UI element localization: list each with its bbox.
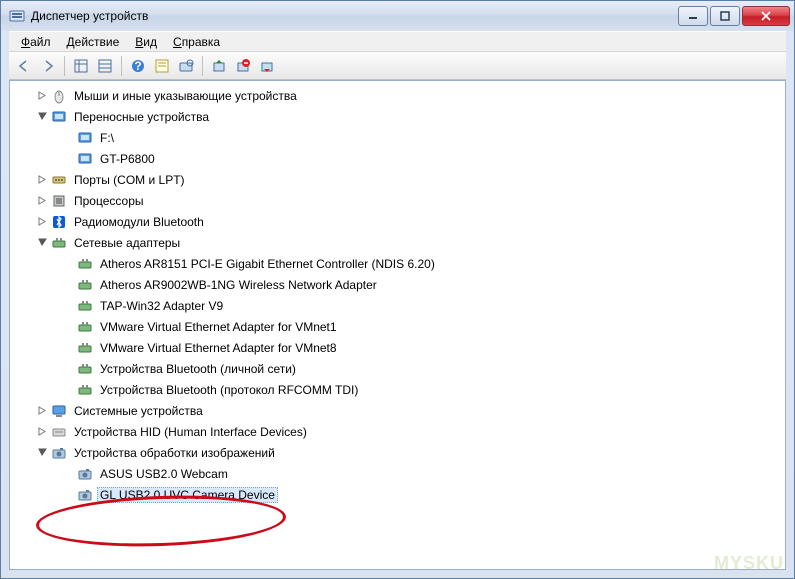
network-adapter-icon — [77, 256, 93, 272]
node-label: VMware Virtual Ethernet Adapter for VMne… — [97, 319, 340, 335]
collapse-icon[interactable] — [36, 110, 49, 123]
tree-node-atheros-8151[interactable]: Atheros AR8151 PCI-E Gigabit Ethernet Co… — [10, 253, 785, 274]
tree-node-vmnet1[interactable]: VMware Virtual Ethernet Adapter for VMne… — [10, 316, 785, 337]
node-label: VMware Virtual Ethernet Adapter for VMne… — [97, 340, 340, 356]
window-title: Диспетчер устройств — [31, 9, 676, 23]
tree-node-gtp6800[interactable]: GT-P6800 — [10, 148, 785, 169]
scan-hardware-button[interactable] — [175, 55, 197, 77]
node-label-selected: GL USB2.0 UVC Camera Device — [97, 487, 278, 503]
properties-button[interactable] — [151, 55, 173, 77]
camera-icon — [77, 487, 93, 503]
content-area: Мыши и иные указывающие устройства Перен… — [9, 80, 786, 570]
network-adapter-icon — [77, 277, 93, 293]
hid-icon — [51, 424, 67, 440]
tree-node-bt-pan[interactable]: Устройства Bluetooth (личной сети) — [10, 358, 785, 379]
computer-icon — [51, 403, 67, 419]
disable-button[interactable] — [256, 55, 278, 77]
tree-node-tap-win32[interactable]: TAP-Win32 Adapter V9 — [10, 295, 785, 316]
node-label: Устройства Bluetooth (протокол RFCOMM TD… — [97, 382, 361, 398]
tree-node-bluetooth[interactable]: Радиомодули Bluetooth — [10, 211, 785, 232]
app-icon — [9, 8, 25, 24]
detail-view-button[interactable] — [94, 55, 116, 77]
collapse-icon[interactable] — [36, 446, 49, 459]
help-button[interactable]: ? — [127, 55, 149, 77]
forward-button[interactable] — [37, 55, 59, 77]
drive-icon — [77, 130, 93, 146]
tree-node-network[interactable]: Сетевые адаптеры — [10, 232, 785, 253]
window-frame: Диспетчер устройств Файл Действие Вид Сп… — [0, 0, 795, 579]
bluetooth-icon — [51, 214, 67, 230]
tree-node-asus-webcam[interactable]: ASUS USB2.0 Webcam — [10, 463, 785, 484]
tree-node-drive-f[interactable]: F:\ — [10, 127, 785, 148]
node-label: ASUS USB2.0 Webcam — [97, 466, 231, 482]
node-label: Сетевые адаптеры — [71, 235, 183, 251]
camera-icon — [77, 466, 93, 482]
port-icon — [51, 172, 67, 188]
expand-icon[interactable] — [36, 215, 49, 228]
expand-icon[interactable] — [36, 173, 49, 186]
tree-node-vmnet8[interactable]: VMware Virtual Ethernet Adapter for VMne… — [10, 337, 785, 358]
expand-icon[interactable] — [36, 425, 49, 438]
tree-node-system[interactable]: Системные устройства — [10, 400, 785, 421]
node-label: Порты (COM и LPT) — [71, 172, 188, 188]
camera-icon — [51, 445, 67, 461]
menu-view[interactable]: Вид — [127, 33, 165, 51]
node-label: Устройства Bluetooth (личной сети) — [97, 361, 299, 377]
portable-device-icon — [51, 109, 67, 125]
network-adapter-icon — [77, 319, 93, 335]
menu-help[interactable]: Справка — [165, 33, 228, 51]
expand-icon[interactable] — [36, 194, 49, 207]
close-button[interactable] — [742, 6, 790, 26]
tree-node-hid[interactable]: Устройства HID (Human Interface Devices) — [10, 421, 785, 442]
tree-node-processors[interactable]: Процессоры — [10, 190, 785, 211]
network-adapter-icon — [77, 382, 93, 398]
tree-node-mice[interactable]: Мыши и иные указывающие устройства — [10, 85, 785, 106]
minimize-button[interactable] — [678, 6, 708, 26]
toolbar: ? — [9, 52, 786, 80]
tree-node-ports[interactable]: Порты (COM и LPT) — [10, 169, 785, 190]
expand-icon[interactable] — [36, 404, 49, 417]
node-label: Устройства обработки изображений — [71, 445, 278, 461]
titlebar[interactable]: Диспетчер устройств — [1, 1, 794, 31]
menu-action[interactable]: Действие — [59, 33, 128, 51]
cpu-icon — [51, 193, 67, 209]
node-label: Atheros AR9002WB-1NG Wireless Network Ad… — [97, 277, 380, 293]
uninstall-button[interactable] — [232, 55, 254, 77]
maximize-button[interactable] — [710, 6, 740, 26]
show-hidden-button[interactable] — [70, 55, 92, 77]
expand-icon[interactable] — [36, 89, 49, 102]
tree-node-gl-camera[interactable]: GL USB2.0 UVC Camera Device — [10, 484, 785, 505]
node-label: TAP-Win32 Adapter V9 — [97, 298, 226, 314]
tree-node-atheros-9002[interactable]: Atheros AR9002WB-1NG Wireless Network Ad… — [10, 274, 785, 295]
node-label: F:\ — [97, 130, 117, 146]
node-label: Переносные устройства — [71, 109, 212, 125]
network-adapter-icon — [77, 340, 93, 356]
network-adapter-icon — [51, 235, 67, 251]
update-driver-button[interactable] — [208, 55, 230, 77]
separator — [202, 56, 203, 76]
menubar: Файл Действие Вид Справка — [9, 31, 786, 52]
node-label: GT-P6800 — [97, 151, 158, 167]
network-adapter-icon — [77, 361, 93, 377]
tree-node-bt-rfcomm[interactable]: Устройства Bluetooth (протокол RFCOMM TD… — [10, 379, 785, 400]
node-label: Радиомодули Bluetooth — [71, 214, 207, 230]
node-label: Процессоры — [71, 193, 147, 209]
node-label: Системные устройства — [71, 403, 206, 419]
separator — [121, 56, 122, 76]
collapse-icon[interactable] — [36, 236, 49, 249]
menu-file[interactable]: Файл — [13, 33, 59, 51]
tree-node-imaging[interactable]: Устройства обработки изображений — [10, 442, 785, 463]
node-label: Устройства HID (Human Interface Devices) — [71, 424, 310, 440]
separator — [64, 56, 65, 76]
drive-icon — [77, 151, 93, 167]
tree-node-portable[interactable]: Переносные устройства — [10, 106, 785, 127]
svg-text:?: ? — [134, 59, 141, 73]
device-tree[interactable]: Мыши и иные указывающие устройства Перен… — [10, 81, 785, 569]
back-button[interactable] — [13, 55, 35, 77]
mouse-icon — [51, 88, 67, 104]
node-label: Atheros AR8151 PCI-E Gigabit Ethernet Co… — [97, 256, 438, 272]
node-label: Мыши и иные указывающие устройства — [71, 88, 300, 104]
network-adapter-icon — [77, 298, 93, 314]
